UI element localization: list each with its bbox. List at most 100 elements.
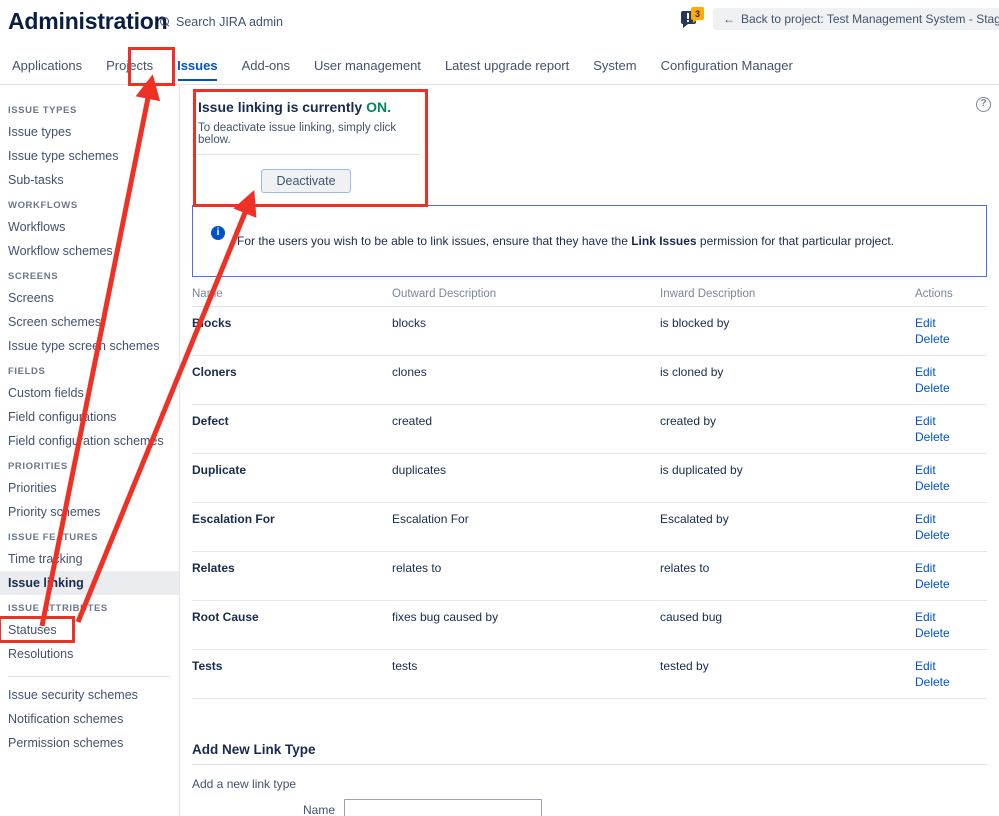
delete-link[interactable]: Delete <box>915 626 987 640</box>
search-admin-label: Search JIRA admin <box>176 15 283 29</box>
link-types-table-head: Name Outward Description Inward Descriptio… <box>192 285 987 307</box>
table-column-header: Name <box>192 288 223 300</box>
sidebar-item-screens[interactable]: Screens <box>0 286 179 310</box>
form-field-group: Name (eg "Duplicate") <box>192 799 987 816</box>
table-row: Escalation For Escalation For Escalated by… <box>192 503 987 552</box>
top-header-bar: Administration Search JIRA admin 3 ← Bac… <box>0 0 999 46</box>
row-actions: Edit Delete <box>915 601 987 649</box>
link-types-table: Name Outward Description Inward Descriptio… <box>192 285 987 699</box>
notification-count-badge: 3 <box>691 7 704 23</box>
sidebar-heading-issue-types: ISSUE TYPES <box>8 105 77 116</box>
sidebar-divider <box>8 676 171 677</box>
sidebar-item-issue-linking[interactable]: Issue linking <box>0 571 179 595</box>
info-text-before: For the users you wish to be able to lin… <box>237 234 632 248</box>
name-input[interactable] <box>344 799 542 816</box>
annotation-box-issues-tab <box>128 47 175 86</box>
edit-link[interactable]: Edit <box>915 561 987 575</box>
sidebar-item-field-configuration-schemes[interactable]: Field configuration schemes <box>0 429 179 453</box>
tab-applications[interactable]: Applications <box>0 46 94 85</box>
search-admin-link[interactable]: Search JIRA admin <box>160 15 283 29</box>
sidebar-item-notification-schemes[interactable]: Notification schemes <box>0 707 179 731</box>
sidebar-item-workflows[interactable]: Workflows <box>0 215 179 239</box>
sidebar-item-workflow-schemes[interactable]: Workflow schemes <box>0 239 179 263</box>
edit-link[interactable]: Edit <box>915 659 987 673</box>
link-type-name: Relates <box>192 561 235 575</box>
search-icon <box>160 16 171 28</box>
link-type-name: Escalation For <box>192 512 275 526</box>
tab-system[interactable]: System <box>581 46 648 85</box>
sidebar-item-priorities[interactable]: Priorities <box>0 476 179 500</box>
edit-link[interactable]: Edit <box>915 463 987 477</box>
sidebar-item-issue-security-schemes[interactable]: Issue security schemes <box>0 683 179 707</box>
sidebar-heading-issue-features: ISSUE FEATURES <box>8 532 99 543</box>
link-type-inward: Escalated by <box>660 512 729 526</box>
sidebar-item-issue-types[interactable]: Issue types <box>0 120 179 144</box>
link-type-inward: is duplicated by <box>660 463 743 477</box>
link-type-name: Defect <box>192 414 229 428</box>
delete-link[interactable]: Delete <box>915 332 987 346</box>
admin-sidebar: ISSUE TYPES Issue types Issue type schemes… <box>0 85 180 816</box>
form-input-col: (eg "Duplicate") <box>344 799 542 816</box>
back-arrow-icon: ← <box>723 12 735 26</box>
edit-link[interactable]: Edit <box>915 512 987 526</box>
sidebar-item-priority-schemes[interactable]: Priority schemes <box>0 500 179 524</box>
sidebar-item-field-configurations[interactable]: Field configurations <box>0 405 179 429</box>
sidebar-item-time-tracking[interactable]: Time tracking <box>0 547 179 571</box>
delete-link[interactable]: Delete <box>915 675 987 689</box>
info-text-permission: Link Issues <box>631 234 697 248</box>
form-row: Name (eg "Duplicate") <box>192 799 987 816</box>
delete-link[interactable]: Delete <box>915 528 987 542</box>
sidebar-item-permission-schemes[interactable]: Permission schemes <box>0 731 179 755</box>
tab-user-management[interactable]: User management <box>302 46 433 85</box>
add-link-type-description: Add a new link type <box>192 777 297 791</box>
table-row: Relates relates to relates to Edit Delete <box>192 552 987 601</box>
link-type-outward: relates to <box>392 561 442 575</box>
link-type-name: Cloners <box>192 365 237 379</box>
delete-link[interactable]: Delete <box>915 479 987 493</box>
tab-add-ons[interactable]: Add-ons <box>230 46 302 85</box>
edit-link[interactable]: Edit <box>915 316 987 330</box>
info-banner-text: For the users you wish to be able to lin… <box>237 234 894 248</box>
link-type-name: Duplicate <box>192 463 247 477</box>
sidebar-item-screen-schemes[interactable]: Screen schemes <box>0 310 179 334</box>
delete-link[interactable]: Delete <box>915 430 987 444</box>
info-text-after: permission for that particular project. <box>696 234 895 248</box>
exclamation-icon <box>687 13 689 19</box>
sidebar-heading-fields: FIELDS <box>8 366 46 377</box>
edit-link[interactable]: Edit <box>915 365 987 379</box>
help-icon[interactable]: ? <box>976 97 991 112</box>
link-types-table-body: Blocks blocks is blocked by Edit Delete Clone… <box>192 307 987 699</box>
sidebar-item-issue-type-schemes[interactable]: Issue type schemes <box>0 144 179 168</box>
annotation-box-status-panel <box>193 89 428 207</box>
table-column-header: Actions <box>915 288 953 300</box>
sidebar-heading-workflows: WORKFLOWS <box>8 200 78 211</box>
link-type-outward: clones <box>392 365 427 379</box>
tab-configuration-manager[interactable]: Configuration Manager <box>649 46 805 85</box>
page-root: Administration Search JIRA admin 3 ← Bac… <box>0 0 999 816</box>
link-type-outward: Escalation For <box>392 512 469 526</box>
back-to-project-button[interactable]: ← Back to project: Test Management Syste… <box>713 8 999 30</box>
link-type-name: Root Cause <box>192 610 259 624</box>
form-label: Name <box>302 803 335 816</box>
link-type-name: Tests <box>192 659 223 673</box>
sidebar-heading-priorities: PRIORITIES <box>8 461 68 472</box>
sidebar-item-sub-tasks[interactable]: Sub-tasks <box>0 168 179 192</box>
sidebar-item-resolutions[interactable]: Resolutions <box>0 642 179 666</box>
link-type-inward: created by <box>660 414 717 428</box>
notifications-indicator[interactable]: 3 <box>681 7 707 31</box>
table-row: Duplicate duplicates is duplicated by Edit D… <box>192 454 987 503</box>
edit-link[interactable]: Edit <box>915 610 987 624</box>
tab-latest-upgrade-report[interactable]: Latest upgrade report <box>433 46 581 85</box>
add-new-link-type-section: Add New Link Type Add a new link type Na… <box>192 742 987 816</box>
sidebar-heading-issue-attributes: ISSUE ATTRIBUTES <box>8 603 108 614</box>
sidebar-item-issue-type-screen-schemes[interactable]: Issue type screen schemes <box>0 334 179 358</box>
table-row: Root Cause fixes bug caused by caused bug E… <box>192 601 987 650</box>
sidebar-item-custom-fields[interactable]: Custom fields <box>0 381 179 405</box>
delete-link[interactable]: Delete <box>915 577 987 591</box>
row-actions: Edit Delete <box>915 405 987 453</box>
table-column-header: Inward Description <box>660 288 756 300</box>
admin-tabs: Applications Projects Issues Add-ons User ma… <box>0 46 805 85</box>
delete-link[interactable]: Delete <box>915 381 987 395</box>
table-row: Tests tests tested by Edit Delete <box>192 650 987 699</box>
edit-link[interactable]: Edit <box>915 414 987 428</box>
